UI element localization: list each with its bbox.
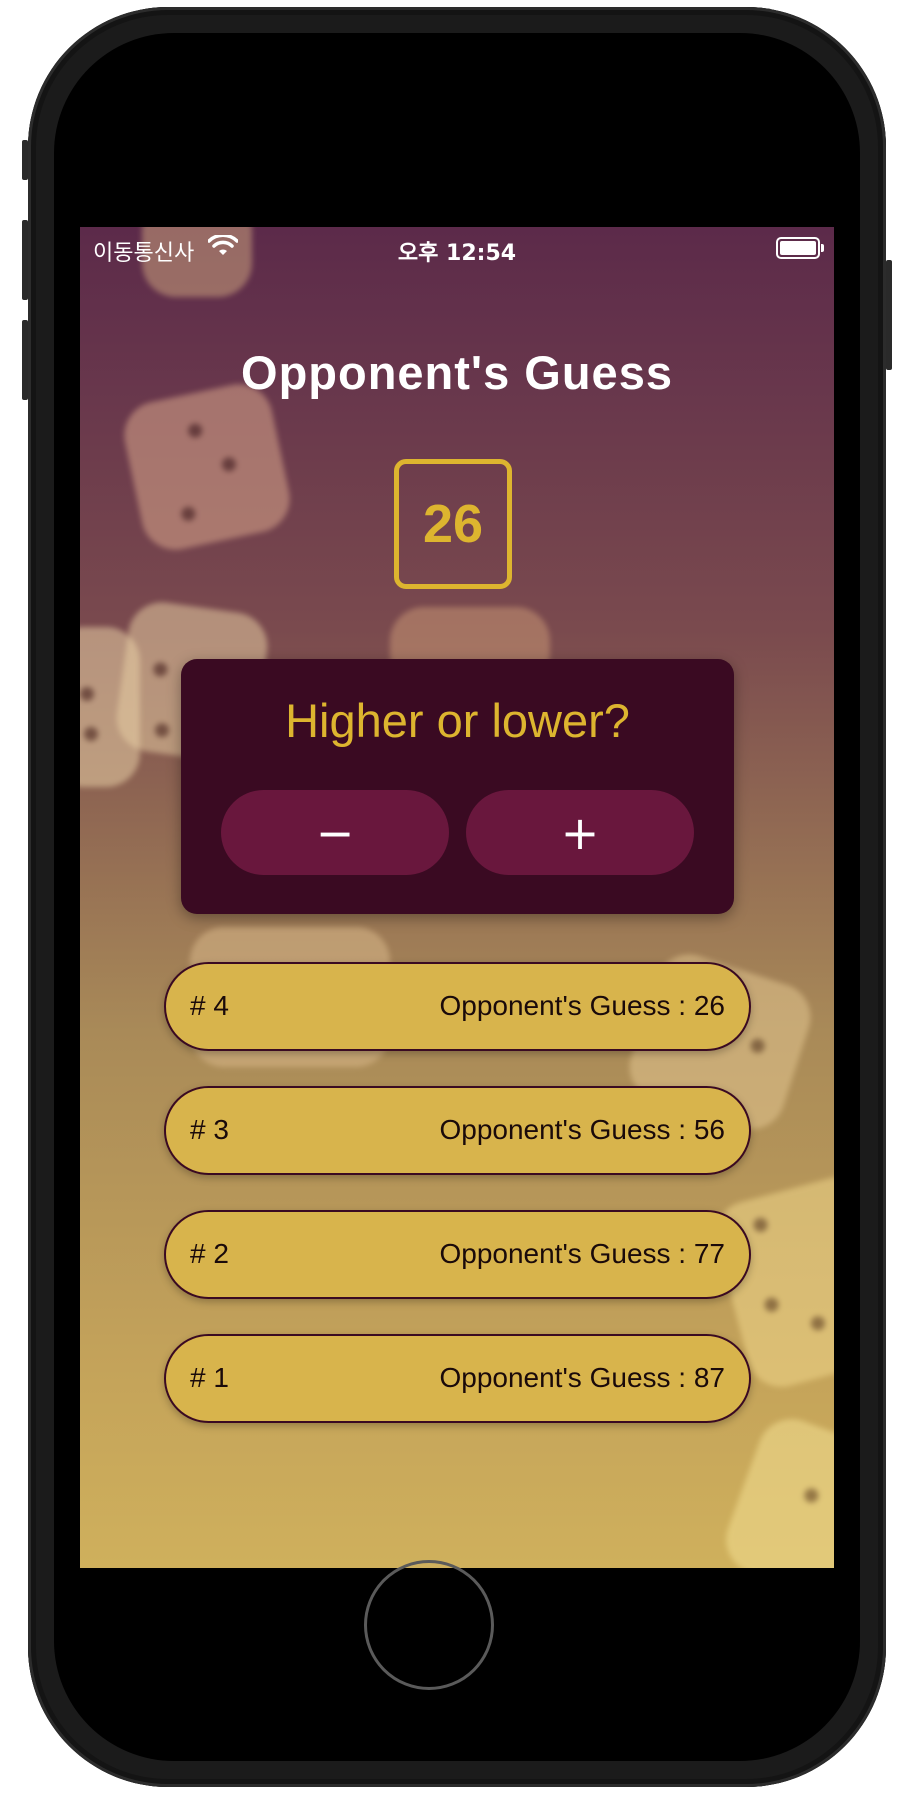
guess-log-text: Opponent's Guess : 26 — [439, 990, 725, 1021]
higher-button[interactable]: + — [466, 790, 694, 875]
status-bar: 이동통신사 오후 12:54 — [80, 227, 834, 267]
guess-log-item: # 2 Opponent's Guess : 77 — [164, 1210, 751, 1299]
page-title: Opponent's Guess — [241, 346, 673, 399]
dice-decoration — [716, 1409, 834, 1568]
guess-round-number: # 2 — [190, 1238, 229, 1269]
higher-lower-prompt: Higher or lower? — [285, 694, 630, 747]
status-time: 오후 12:54 — [397, 241, 517, 266]
mute-switch — [22, 140, 28, 180]
guess-log-item: # 4 Opponent's Guess : 26 — [164, 962, 751, 1051]
guess-round-number: # 3 — [190, 1114, 229, 1145]
guess-log-text: Opponent's Guess : 56 — [439, 1114, 725, 1145]
volume-up-button — [22, 220, 28, 300]
guess-log-item: # 1 Opponent's Guess : 87 — [164, 1334, 751, 1423]
dice-decoration — [118, 378, 296, 556]
volume-down-button — [22, 320, 28, 400]
guess-round-number: # 4 — [190, 990, 229, 1021]
current-guess-display: 26 — [394, 459, 512, 589]
lower-button[interactable]: − — [221, 790, 449, 875]
guess-log-item: # 3 Opponent's Guess : 56 — [164, 1086, 751, 1175]
higher-lower-card: Higher or lower? − + — [181, 659, 734, 914]
guess-round-number: # 1 — [190, 1362, 229, 1393]
dice-decoration — [80, 627, 140, 787]
home-button[interactable] — [364, 1560, 494, 1690]
power-button — [886, 260, 892, 370]
guess-log-text: Opponent's Guess : 87 — [439, 1362, 725, 1393]
guess-log-text: Opponent's Guess : 77 — [439, 1238, 725, 1269]
app-screen: 이동통신사 오후 12:54 Opponent's Guess 26 Highe… — [80, 227, 834, 1568]
battery-full-icon — [776, 237, 824, 259]
